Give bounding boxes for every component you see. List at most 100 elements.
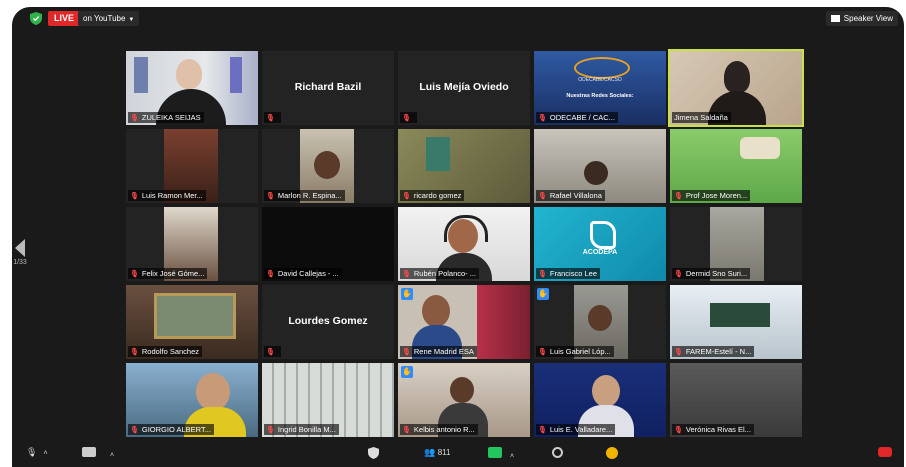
participant-name-label: Jimena Saldaña xyxy=(672,112,731,123)
participant-tile[interactable]: 🎙︎ GIORGIO ALBERT... xyxy=(126,363,258,437)
participant-tile[interactable]: 🎙︎ Prof Jose Moren... xyxy=(670,129,802,203)
participant-tile[interactable]: 🎙︎ Verónica Rivas El... xyxy=(670,363,802,437)
speaker-view-icon xyxy=(830,15,840,22)
participant-tile[interactable]: ✋ 🎙︎ Kelbis antonio R... xyxy=(398,363,530,437)
end-meeting-icon xyxy=(878,447,892,457)
video-off-icon xyxy=(82,447,96,457)
participant-tile[interactable]: 🎙︎ Rubén Polanco- ... xyxy=(398,207,530,281)
chevron-up-icon: ˄ xyxy=(110,452,115,459)
muted-mic-icon: 🎙︎ xyxy=(538,349,547,356)
muted-mic-icon: 🎙︎ xyxy=(538,271,547,278)
muted-mic-icon: 🎙︎ xyxy=(402,271,411,278)
chevron-up-icon: ˄ xyxy=(43,450,48,457)
logo-subtext: Nuestras Redes Sociales: xyxy=(566,93,634,99)
participant-name-label: 🎙︎ Ingrid Bonilla M... xyxy=(264,424,339,435)
muted-mic-icon: 🎙︎ xyxy=(266,427,275,434)
security-shield-icon xyxy=(368,447,379,459)
video-feed-face xyxy=(176,59,202,89)
participant-tile[interactable]: 🎙︎ Luis E. Valladare... xyxy=(534,363,666,437)
participant-tile[interactable]: 🎙︎ Ingrid Bonilla M... xyxy=(262,363,394,437)
live-badge[interactable]: LIVE xyxy=(48,11,81,26)
participant-name-centered: Luis Mejía Oviedo xyxy=(419,81,509,93)
reactions-button[interactable] xyxy=(606,447,618,461)
participant-name-label: 🎙︎ Kelbis antonio R... xyxy=(400,424,478,435)
logo-text: ACODEPA xyxy=(582,249,618,256)
muted-mic-icon: 🎙︎ xyxy=(538,115,547,122)
participant-name-label: 🎙︎ xyxy=(400,112,417,123)
participants-button[interactable]: 👥 811 xyxy=(424,447,451,458)
top-bar: LIVE on YouTube ▼ Speaker View xyxy=(12,7,904,31)
speaker-view-button[interactable]: Speaker View xyxy=(825,11,898,26)
unmute-button[interactable]: 🎙︎ ˄ xyxy=(26,447,48,458)
muted-mic-icon: 🎙︎ xyxy=(674,271,683,278)
share-screen-button[interactable]: ˄ xyxy=(488,447,514,460)
video-feed-face xyxy=(584,161,608,185)
start-video-button[interactable]: ˄ xyxy=(82,447,114,459)
participant-name-label: 🎙︎ xyxy=(264,112,281,123)
participant-tile[interactable]: ✋ 🎙︎ Luis Gabriel Lóp... xyxy=(534,285,666,359)
participant-tile[interactable]: ODECABE/CACSO Nuestras Redes Sociales: 🎙… xyxy=(534,51,666,125)
participant-tile[interactable]: 🎙︎ Dermid Sno Suri... xyxy=(670,207,802,281)
participant-name-label: 🎙︎ ODECABE / CAC... xyxy=(536,112,618,123)
raised-hand-icon: ✋ xyxy=(401,288,413,300)
muted-mic-icon: 🎙︎ xyxy=(538,193,547,200)
participant-tile[interactable]: 🎙︎ Luis Ramon Mer... xyxy=(126,129,258,203)
participant-tile[interactable]: Richard Bazil 🎙︎ xyxy=(262,51,394,125)
previous-page-button[interactable]: 1/33 xyxy=(12,239,28,266)
participant-tile-active-speaker[interactable]: Jimena Saldaña xyxy=(670,51,802,125)
acodepa-logo xyxy=(590,221,616,249)
video-feed-face xyxy=(724,61,750,93)
participant-tile[interactable]: 🎙︎ Felix José Góme... xyxy=(126,207,258,281)
record-button[interactable] xyxy=(552,447,563,460)
record-icon xyxy=(552,447,563,458)
end-meeting-button[interactable] xyxy=(878,447,892,459)
muted-mic-icon: 🎙︎ xyxy=(130,271,139,278)
security-button[interactable] xyxy=(368,447,379,461)
participant-name-label: 🎙︎ Prof Jose Moren... xyxy=(672,190,751,201)
participant-tile[interactable]: 🎙︎ David Callejas - ... xyxy=(262,207,394,281)
participant-name-label: 🎙︎ Luis Ramon Mer... xyxy=(128,190,206,201)
muted-mic-icon: 🎙︎ xyxy=(266,271,275,278)
muted-mic-icon: 🎙︎ xyxy=(130,427,139,434)
participant-tile[interactable]: 🎙︎ Marlon R. Espina... xyxy=(262,129,394,203)
stream-destination-dropdown[interactable]: on YouTube ▼ xyxy=(78,11,140,26)
participant-tile[interactable]: 🎙︎ FAREM-Estelí - N... xyxy=(670,285,802,359)
odecabe-logo xyxy=(574,57,630,79)
participant-tile[interactable]: Luis Mejía Oviedo 🎙︎ xyxy=(398,51,530,125)
share-screen-icon xyxy=(488,447,502,458)
participant-tile[interactable]: 🎙︎ ZULEIKA SEIJAS xyxy=(126,51,258,125)
video-feed-detail xyxy=(154,293,236,339)
logo-text: ODECABE/CACSO xyxy=(578,77,622,83)
participant-name-label: 🎙︎ Rodolfo Sanchez xyxy=(128,346,203,357)
video-feed-face xyxy=(422,295,450,327)
participant-name-label: 🎙︎ Dermid Sno Suri... xyxy=(672,268,751,279)
muted-mic-icon: 🎙︎ xyxy=(130,349,139,356)
muted-mic-icon: 🎙︎ xyxy=(402,115,411,122)
video-feed-face xyxy=(314,151,340,179)
muted-mic-icon: 🎙︎ xyxy=(674,427,683,434)
video-feed-detail xyxy=(426,137,450,171)
video-feed-face xyxy=(450,377,474,403)
video-feed-detail xyxy=(710,303,770,327)
security-shield-icon[interactable] xyxy=(30,12,42,25)
participant-tile[interactable]: 🎙︎ Rafael Villalona xyxy=(534,129,666,203)
participant-tile[interactable]: ✋ 🎙︎ Rene Madrid ESA xyxy=(398,285,530,359)
participant-tile[interactable]: 🎙︎ Rodolfo Sanchez xyxy=(126,285,258,359)
participant-name-label: 🎙︎ Verónica Rivas El... xyxy=(672,424,754,435)
participant-tile[interactable]: 🎙︎ ricardo gomez xyxy=(398,129,530,203)
participant-name-label: 🎙︎ GIORGIO ALBERT... xyxy=(128,424,214,435)
muted-mic-icon: 🎙︎ xyxy=(402,427,411,434)
chevron-left-icon xyxy=(15,239,25,257)
participant-tile[interactable]: ACODEPA 🎙︎ Francisco Lee xyxy=(534,207,666,281)
participant-name-centered: Richard Bazil xyxy=(294,81,362,93)
participant-tile[interactable]: Lourdes Gomez 🎙︎ xyxy=(262,285,394,359)
muted-mic-icon: 🎙︎ xyxy=(402,193,411,200)
chevron-up-icon: ˄ xyxy=(510,453,515,460)
participant-name-label: 🎙︎ Felix José Góme... xyxy=(128,268,208,279)
meeting-toolbar: 🎙︎ ˄ ˄ 👥 811 ˄ xyxy=(12,443,904,467)
participant-name-label: 🎙︎ Francisco Lee xyxy=(536,268,600,279)
video-feed-face xyxy=(588,305,612,331)
participant-name-label: 🎙︎ Rubén Polanco- ... xyxy=(400,268,480,279)
participant-name-label: 🎙︎ David Callejas - ... xyxy=(264,268,342,279)
muted-mic-icon: 🎙︎ xyxy=(130,115,139,122)
